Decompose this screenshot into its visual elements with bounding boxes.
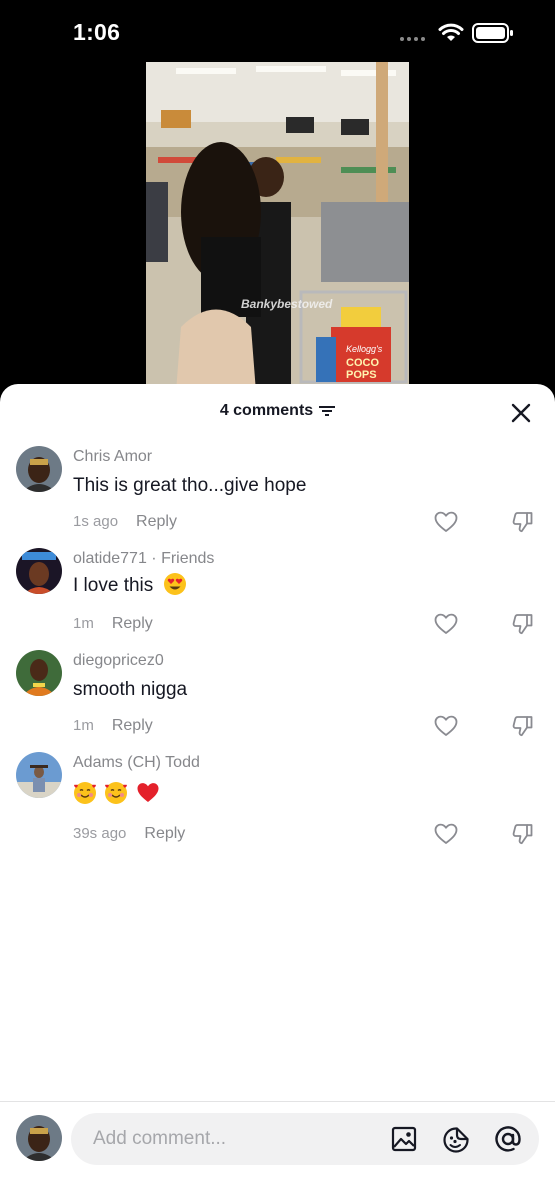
cellular-signal-icon (400, 37, 425, 41)
wifi-icon (438, 23, 464, 41)
comment-time: 39s ago (73, 825, 127, 842)
comment-count-sort[interactable]: 4 comments (219, 402, 336, 420)
comment-count-label: 4 comments (219, 402, 314, 419)
comment-time: 1s ago (73, 513, 119, 530)
reply-button[interactable]: Reply (136, 513, 177, 530)
avatar[interactable] (16, 752, 62, 798)
comment-username[interactable]: diegopricez0 (73, 652, 164, 670)
comments-header: 4 comments (0, 384, 555, 436)
comment-item: Chris Amor This is great tho...give hope… (0, 442, 555, 542)
comment-item: Adams (CH) Todd 39s ago Reply (0, 748, 555, 858)
reply-button[interactable]: Reply (112, 615, 153, 632)
comment-text: This is great tho...give hope (73, 475, 307, 496)
smiling-face-with-hearts-emoji (74, 782, 96, 804)
avatar[interactable] (16, 446, 62, 492)
video-player[interactable]: Bankybestowed Kellogg's COCO POPS (146, 62, 409, 392)
status-time: 1:06 (73, 19, 121, 45)
comment-text (73, 781, 160, 805)
comment-item: olatide771 · Friends I love this 1m Reply (0, 544, 555, 644)
close-icon[interactable] (509, 401, 533, 425)
thumbs-down-icon[interactable] (511, 822, 535, 846)
smiling-face-with-hearts-emoji (105, 782, 128, 804)
thumbs-down-icon[interactable] (511, 510, 535, 534)
filter-icon (319, 406, 336, 416)
reply-button[interactable]: Reply (112, 717, 153, 734)
comment-item: diegopricez0 smooth nigga 1m Reply (0, 646, 555, 746)
comment-composer (0, 1101, 555, 1200)
sticker-icon[interactable] (442, 1126, 470, 1154)
comment-text: I love this (73, 575, 154, 596)
video-frame-image: Bankybestowed Kellogg's COCO POPS (146, 62, 409, 392)
comment-username[interactable]: Adams (CH) Todd (73, 754, 200, 772)
heart-icon[interactable] (434, 823, 458, 845)
status-bar: 1:06 (0, 0, 555, 66)
box-label-1: COCO (346, 357, 379, 369)
heart-icon[interactable] (434, 613, 458, 635)
screen: 1:06 Bankybestowed Kellogg's COCO POPS 4… (0, 0, 555, 1200)
heart-icon[interactable] (434, 715, 458, 737)
current-user-avatar[interactable] (16, 1115, 62, 1161)
thumbs-down-icon[interactable] (511, 612, 535, 636)
box-label-2: POPS (346, 369, 377, 381)
comments-sheet: 4 comments Chris Amor This is great tho.… (0, 384, 555, 1200)
heart-eyes-emoji (163, 572, 186, 595)
image-icon[interactable] (391, 1126, 417, 1152)
red-heart-emoji (137, 783, 159, 802)
box-brand: Kellogg's (346, 344, 383, 354)
mention-icon[interactable] (494, 1125, 522, 1153)
thumbs-down-icon[interactable] (511, 714, 535, 738)
comment-time: 1m (73, 717, 94, 734)
video-watermark: Bankybestowed (241, 297, 333, 311)
comment-username[interactable]: Chris Amor (73, 448, 152, 466)
heart-icon[interactable] (434, 511, 458, 533)
comment-text: smooth nigga (73, 679, 188, 700)
battery-icon (472, 23, 513, 43)
avatar[interactable] (16, 548, 62, 594)
avatar[interactable] (16, 650, 62, 696)
reply-button[interactable]: Reply (144, 825, 185, 842)
comment-username[interactable]: olatide771 · Friends (73, 550, 214, 568)
comment-time: 1m (73, 615, 94, 632)
